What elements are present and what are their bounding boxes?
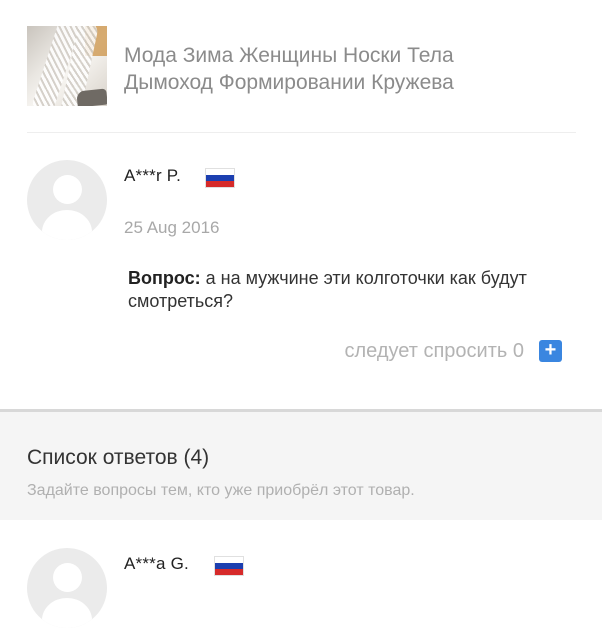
avatar-body: [42, 210, 92, 240]
follow-count: 0: [512, 340, 524, 362]
follow-label: следует спросить: [344, 340, 508, 362]
question-label: Вопрос:: [128, 268, 201, 288]
answers-list-subtitle: Задайте вопросы тем, кто уже приобрёл эт…: [27, 482, 415, 499]
product-title-line-2: Дымоход Формировании Кружева: [124, 71, 454, 94]
avatar-body: [42, 598, 92, 628]
russia-flag-icon: [205, 168, 235, 188]
avatar-head: [53, 563, 82, 592]
answer-user-name: A***a G.: [124, 554, 189, 573]
answer-user-avatar: [27, 548, 107, 628]
thumbnail-shoe: [76, 88, 107, 106]
product-thumbnail[interactable]: [27, 26, 107, 106]
question-user-avatar: [27, 160, 107, 240]
plus-icon[interactable]: +: [539, 340, 562, 362]
russia-flag-icon: [214, 556, 244, 576]
divider: [27, 132, 576, 133]
question-user-name: A***r P.: [124, 166, 182, 185]
question-text: Вопрос: а на мужчине эти колготочки как …: [128, 267, 568, 313]
avatar-head: [53, 175, 82, 204]
question-date: 25 Aug 2016: [124, 218, 220, 237]
answers-list-title: Список ответов (4): [27, 446, 210, 469]
product-title-line-1: Мода Зима Женщины Носки Тела: [124, 44, 454, 67]
product-title[interactable]: Мода Зима Женщины Носки Тела Дымоход Фор…: [124, 42, 584, 96]
flag-stripe-red: [206, 181, 234, 187]
flag-stripe-red: [215, 569, 243, 575]
product-header[interactable]: Мода Зима Женщины Носки Тела Дымоход Фор…: [0, 0, 602, 133]
follow-question-link[interactable]: следует спросить 0: [345, 340, 525, 363]
